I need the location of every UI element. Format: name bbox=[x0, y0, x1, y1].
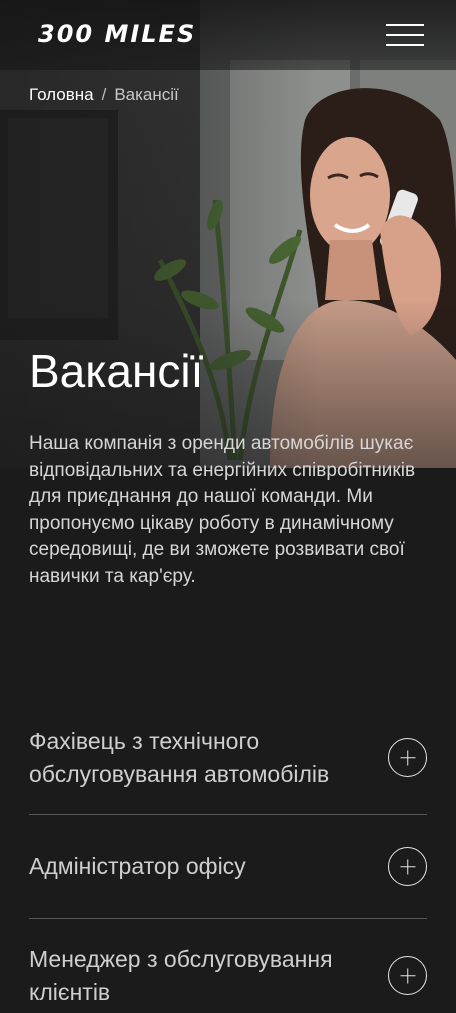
vacancy-item[interactable]: Менеджер з обслуговування клієнтів bbox=[29, 943, 427, 1013]
divider bbox=[29, 918, 427, 919]
breadcrumb-current: Вакансії bbox=[114, 85, 179, 104]
site-header: 300 MILES bbox=[0, 0, 456, 70]
vacancy-item[interactable]: Фахівець з технічного обслуговування авт… bbox=[29, 725, 427, 795]
vacancy-title[interactable]: Адміністратор офісу bbox=[29, 850, 369, 883]
vacancy-title[interactable]: Менеджер з обслуговування клієнтів bbox=[29, 943, 369, 1009]
vacancy-item[interactable]: Адміністратор офісу bbox=[29, 847, 427, 890]
breadcrumb-separator: / bbox=[101, 85, 107, 104]
plus-circle-icon[interactable] bbox=[388, 956, 427, 995]
hamburger-menu-icon[interactable] bbox=[386, 24, 424, 46]
plus-circle-icon[interactable] bbox=[388, 738, 427, 777]
page-title: Вакансії bbox=[29, 345, 204, 397]
plus-circle-icon[interactable] bbox=[388, 847, 427, 886]
vacancy-title[interactable]: Фахівець з технічного обслуговування авт… bbox=[29, 725, 369, 791]
breadcrumb: Головна / Вакансії bbox=[29, 85, 179, 105]
intro-text: Наша компанія з оренди автомобілів шукає… bbox=[29, 433, 416, 587]
divider bbox=[29, 814, 427, 815]
breadcrumb-home-link[interactable]: Головна bbox=[29, 85, 94, 104]
logo[interactable]: 300 MILES bbox=[38, 20, 196, 48]
